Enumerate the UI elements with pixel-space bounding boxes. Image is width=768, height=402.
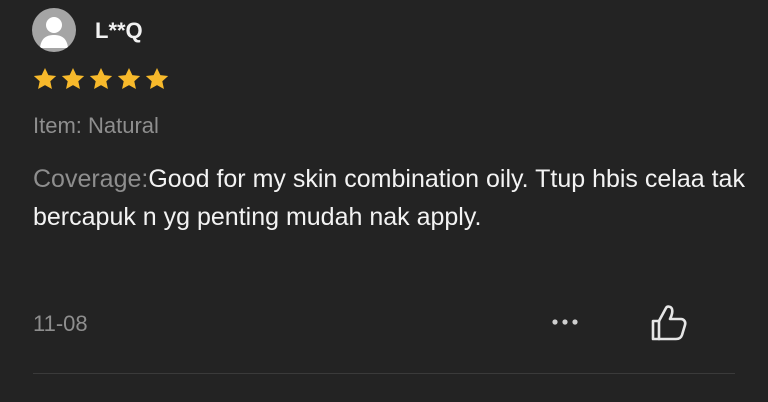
star-icon xyxy=(60,66,86,94)
review-body: Coverage:Good for my skin combination oi… xyxy=(33,160,753,236)
more-button[interactable] xyxy=(545,308,585,336)
star-icon xyxy=(88,66,114,94)
user-silhouette-icon xyxy=(40,17,68,48)
star-icon xyxy=(144,66,170,94)
more-horizontal-icon xyxy=(552,319,578,325)
reviewer-name: L**Q xyxy=(95,18,143,43)
rating-stars xyxy=(32,66,170,94)
thumbs-up-icon xyxy=(651,305,687,341)
review-date: 11-08 xyxy=(33,311,88,336)
coverage-label: Coverage: xyxy=(33,165,149,193)
divider xyxy=(33,373,735,374)
star-icon xyxy=(116,66,142,94)
like-button[interactable] xyxy=(645,302,691,344)
star-icon xyxy=(32,66,58,94)
avatar[interactable] xyxy=(32,8,76,52)
item-variant: Item: Natural xyxy=(33,113,159,138)
review-card: L**Q Item: Natural Coverage:Good for my … xyxy=(0,0,768,402)
